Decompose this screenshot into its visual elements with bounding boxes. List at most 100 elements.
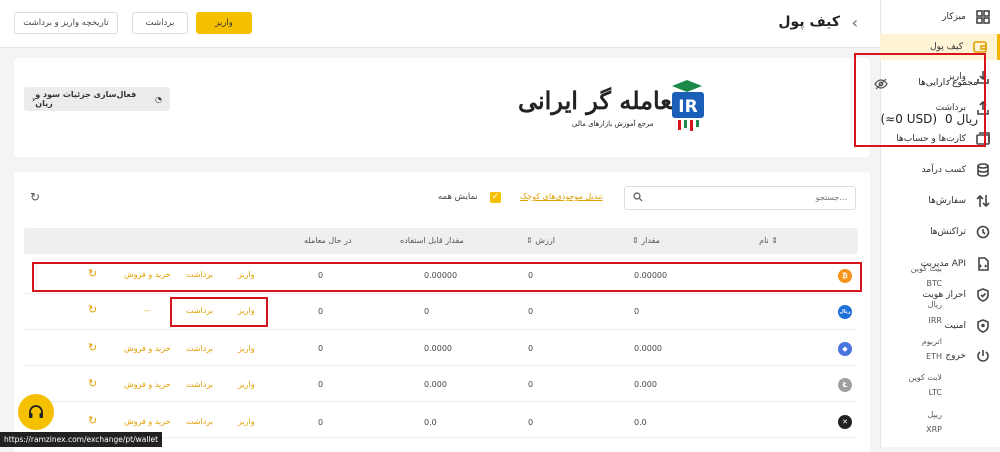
litecoin-icon: Ł	[838, 378, 852, 392]
row-withdraw-link[interactable]: برداشت	[186, 344, 213, 353]
asset-value: 0	[528, 380, 534, 389]
asset-in-trade: 0	[318, 418, 324, 427]
asset-amount: 0.0000	[634, 344, 662, 353]
sidebar-item-earn[interactable]: کسب درآمد	[880, 157, 1000, 183]
ripple-icon: ✕	[838, 415, 852, 429]
activate-pnl-label: فعال‌سازی جزئیات سود و زیان	[35, 90, 137, 108]
asset-amount: 0.000	[634, 380, 657, 389]
sidebar-item-label: میزکار	[942, 12, 966, 22]
orders-icon	[976, 194, 990, 208]
th-amount: ⇕ مقدار	[632, 236, 660, 245]
svg-text:IR: IR	[678, 97, 697, 117]
asset-in-trade: 0	[318, 380, 324, 389]
highlight-btc-row	[32, 262, 862, 292]
asset-available: 0.000	[424, 380, 447, 389]
headset-icon	[29, 405, 43, 418]
sidebar-item-transactions[interactable]: تراکنش‌ها	[880, 219, 1000, 245]
asset-value: 0	[528, 307, 534, 316]
status-url: https://ramzinex.com/exchange/pt/wallet	[0, 432, 163, 447]
asset-amount: 0	[634, 307, 640, 316]
eye-off-icon[interactable]	[874, 78, 888, 93]
sidebar-item-label: امنیت	[944, 321, 966, 331]
asset-in-trade: 0	[318, 307, 324, 316]
asset-amount: 0.0	[634, 418, 647, 427]
row-refresh-icon[interactable]: ↻	[88, 377, 97, 390]
asset-available: 0	[424, 307, 430, 316]
asset-name: لایت کوین	[908, 373, 942, 382]
search-box[interactable]	[624, 186, 856, 210]
asset-symbol: ETH	[926, 352, 942, 361]
sidebar-item-dashboard[interactable]: میزکار	[880, 4, 1000, 30]
sidebar-item-label: احراز هویت	[922, 290, 966, 300]
search-input[interactable]	[667, 193, 847, 202]
ethereum-icon: ◆	[838, 342, 852, 356]
total-usd: (≈0 USD)	[880, 112, 938, 126]
asset-name: ریپل	[927, 410, 942, 419]
row-withdraw-link[interactable]: برداشت	[186, 417, 213, 426]
verify-icon	[976, 288, 990, 302]
power-icon	[976, 349, 990, 363]
pie-chart-icon: ◔	[155, 94, 162, 104]
asset-symbol: BTC	[926, 279, 943, 288]
logo-text: معامله گر ایرانی	[518, 86, 685, 115]
row-refresh-icon[interactable]: ↻	[88, 414, 97, 427]
row-trade-link[interactable]: خرید و فروش	[124, 417, 171, 426]
refresh-icon[interactable]: ↻	[30, 190, 40, 204]
rial-icon: ریال	[838, 305, 852, 319]
th-available: مقدار قابل استفاده	[400, 236, 464, 245]
asset-value: 0	[528, 344, 534, 353]
wallet-icon	[973, 40, 987, 54]
th-in-trade: در حال معامله	[304, 236, 352, 245]
sidebar-item-label: خروج	[945, 351, 966, 361]
asset-symbol: IRR	[928, 316, 942, 325]
convert-small-link[interactable]: تبدیل موجودی‌های کوچک	[520, 192, 603, 201]
history-button[interactable]: تاریخچه واریز و برداشت	[14, 12, 118, 34]
history-icon	[976, 225, 990, 239]
shield-icon	[976, 319, 990, 333]
logo-subtitle: مرجع آموزش بازارهای مالی	[572, 120, 654, 128]
th-value: ⇕ ارزش	[526, 236, 555, 245]
show-all-checkbox[interactable]: ✓	[490, 192, 501, 203]
highlight-total-box	[854, 53, 986, 147]
sidebar-item-label: سفارش‌ها	[928, 196, 966, 206]
asset-symbol: LTC	[928, 388, 942, 397]
show-all-label: نمایش همه	[438, 192, 478, 202]
support-button[interactable]	[18, 394, 54, 430]
asset-value: 0	[528, 418, 534, 427]
search-icon	[633, 192, 643, 205]
asset-name: بیت کوین	[910, 264, 942, 273]
row-withdraw-link[interactable]: برداشت	[186, 380, 213, 389]
database-icon	[976, 163, 990, 177]
sidebar-item-orders[interactable]: سفارش‌ها	[880, 188, 1000, 214]
row-trade-link[interactable]: خرید و فروش	[124, 344, 171, 353]
row-refresh-icon[interactable]: ↻	[88, 303, 97, 316]
withdraw-button[interactable]: برداشت	[132, 12, 188, 34]
asset-available: 0.0000	[424, 344, 452, 353]
row-refresh-icon[interactable]: ↻	[88, 341, 97, 354]
top-bar: تاریخچه واریز و برداشت برداشت واریز کیف …	[0, 0, 880, 48]
sidebar-item-label: کسب درآمد	[921, 165, 966, 175]
deposit-button[interactable]: واریز	[196, 12, 252, 34]
row-trade-link[interactable]: --	[144, 306, 150, 315]
row-deposit-link[interactable]: واریز	[238, 380, 255, 389]
total-assets-label: مجموع دارایی‌ها	[918, 78, 978, 88]
highlight-irr-actions	[170, 297, 268, 327]
asset-available: 0.0	[424, 418, 437, 427]
asset-symbol: XRP	[926, 425, 942, 434]
th-name: نام ⇕	[759, 236, 778, 245]
sidebar-item-label: تراکنش‌ها	[930, 227, 966, 237]
asset-in-trade: 0	[318, 344, 324, 353]
row-deposit-link[interactable]: واریز	[238, 417, 255, 426]
back-chevron-icon[interactable]: ‹	[852, 13, 858, 32]
api-icon	[976, 257, 990, 271]
sidebar-item-label: کیف پول	[930, 42, 963, 52]
total-rial: 0 ریال	[945, 112, 978, 126]
dashboard-icon	[976, 10, 990, 24]
asset-name: اتریوم	[921, 337, 942, 346]
row-deposit-link[interactable]: واریز	[238, 344, 255, 353]
activate-pnl-button[interactable]: › فعال‌سازی جزئیات سود و زیان ◔	[24, 87, 170, 111]
page-title: کیف پول	[778, 14, 840, 30]
row-trade-link[interactable]: خرید و فروش	[124, 380, 171, 389]
total-assets-value: (≈0 USD) 0 ریال	[881, 112, 978, 126]
logo-icon: IR	[668, 80, 706, 132]
